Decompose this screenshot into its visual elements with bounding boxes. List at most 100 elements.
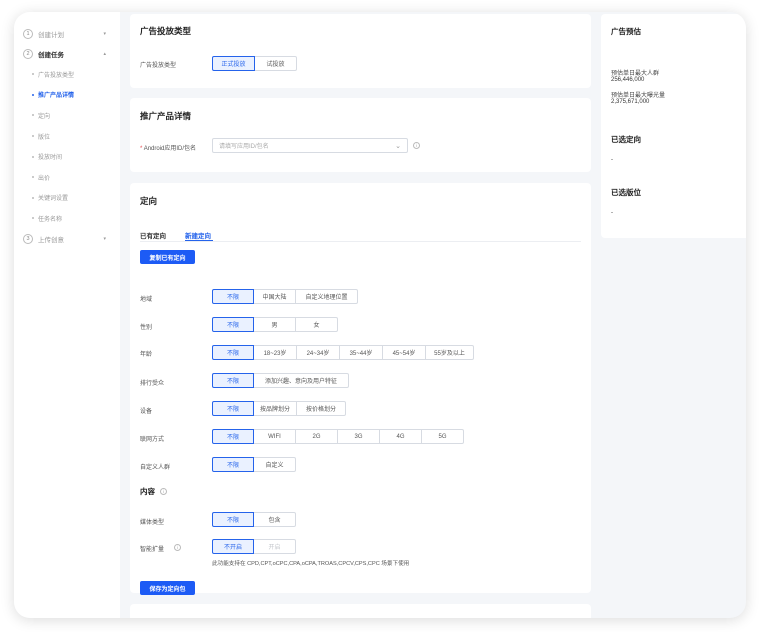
option-trial[interactable]: 试投放: [254, 56, 297, 71]
sidebar-item-task-name[interactable]: 任务名称: [14, 208, 120, 229]
option-by-brand[interactable]: 按品牌划分: [253, 401, 297, 416]
option-wifi[interactable]: WIFI: [253, 429, 296, 444]
option-custom-location[interactable]: 自定义地理位置: [295, 289, 358, 304]
app-id-label: * Android应用ID/包名: [140, 143, 196, 152]
option-2g[interactable]: 2G: [295, 429, 338, 444]
targeting-title: 定向: [140, 196, 158, 206]
chevron-down-icon: ▾: [103, 235, 106, 242]
copy-targeting-button[interactable]: 复制已有定向: [140, 250, 195, 264]
targeting-card: 定向 已有定向 新建定向 复制已有定向 地域 不限 中国大陆 自定义地理位置 性…: [130, 183, 591, 595]
option-unlimited[interactable]: 不限: [212, 289, 254, 304]
option-include[interactable]: 包含: [253, 512, 296, 527]
option-unlimited[interactable]: 不限: [212, 401, 254, 416]
step-upload-creative[interactable]: 3 上传创意 ▾: [14, 229, 120, 249]
sidebar-item-targeting[interactable]: 定向: [14, 105, 120, 126]
save-targeting-package-button[interactable]: 保存为定向包: [140, 581, 195, 595]
gender-options: 不限 男 女: [212, 317, 338, 332]
step-number: 2: [23, 49, 33, 59]
bullet-icon: [32, 176, 34, 179]
step-create-task[interactable]: 2 创建任务 ▴: [14, 44, 120, 64]
sidebar-item-label: 任务名称: [38, 216, 63, 223]
bullet-icon: [32, 135, 34, 138]
sidebar-item-keywords[interactable]: 关键词设置: [14, 188, 120, 209]
audience-options: 不限 添加兴趣、意向及用户特征: [212, 373, 349, 388]
chevron-down-icon: ▾: [103, 31, 106, 37]
sidebar-item-label: 版位: [38, 134, 51, 141]
step-create-plan[interactable]: 1 创建计划 ▾: [14, 24, 120, 44]
sidebar-item-product[interactable]: 推广产品详情: [14, 85, 120, 106]
row-label-gender: 性别: [140, 325, 153, 331]
estimate-title: 广告预估: [611, 27, 641, 36]
option-age-24-34[interactable]: 24~34岁: [296, 345, 340, 360]
option-unlimited[interactable]: 不限: [212, 345, 254, 360]
region-options: 不限 中国大陆 自定义地理位置: [212, 289, 358, 304]
row-label-custom-crowd: 自定义人群: [140, 465, 171, 471]
smart-expand-options: 不开启 开启: [212, 539, 296, 554]
row-label-media-type: 媒体类型: [140, 520, 165, 526]
chevron-down-icon: ⌄: [395, 142, 401, 150]
option-unlimited[interactable]: 不限: [212, 373, 254, 388]
option-unlimited[interactable]: 不限: [212, 429, 254, 444]
selected-position-title: 已选版位: [611, 188, 641, 197]
option-add-interest[interactable]: 添加兴趣、意向及用户特征: [253, 373, 349, 388]
sidebar-item-label: 定向: [38, 113, 51, 120]
tab-existing-targeting[interactable]: 已有定向: [140, 230, 166, 240]
option-unlimited[interactable]: 不限: [212, 512, 254, 527]
daily-impr-value: 2,375,671,000: [611, 99, 650, 105]
smart-expand-note: 此功能支持在 CPD,CPT,oCPC,CPA,oCPA,TROAS,CPCV,…: [212, 561, 410, 567]
option-age-45-54[interactable]: 45~54岁: [382, 345, 426, 360]
option-on[interactable]: 开启: [253, 539, 296, 554]
info-icon[interactable]: i: [174, 544, 181, 551]
step-number: 1: [23, 29, 33, 39]
step-number: 3: [23, 233, 33, 244]
sidebar-item-label: 广告投放类型: [38, 72, 75, 79]
sidebar-item-position[interactable]: 版位: [14, 126, 120, 147]
option-off[interactable]: 不开启: [212, 539, 254, 554]
sidebar-item-label: 推广产品详情: [38, 93, 75, 100]
estimate-card: 广告预估 预估单日最大人群 256,446,000 预估单日最大曝光量 2,37…: [601, 14, 746, 238]
row-label-device: 设备: [140, 409, 153, 415]
option-male[interactable]: 男: [253, 317, 296, 332]
option-age-55-plus[interactable]: 55岁及以上: [425, 345, 474, 360]
option-mainland[interactable]: 中国大陆: [253, 289, 296, 304]
option-female[interactable]: 女: [295, 317, 338, 332]
option-formal[interactable]: 正式投放: [212, 56, 255, 71]
step-label: 创建计划: [38, 32, 64, 39]
step-label: 上传创意: [38, 236, 64, 244]
option-age-35-44[interactable]: 35~44岁: [339, 345, 383, 360]
option-unlimited[interactable]: 不限: [212, 317, 254, 332]
option-age-18-23[interactable]: 18~23岁: [253, 345, 297, 360]
sidebar-item-ad-type[interactable]: 广告投放类型: [14, 64, 120, 85]
selected-targeting-value: -: [611, 157, 613, 163]
selected-position-value: -: [611, 210, 613, 216]
sidebar-item-schedule[interactable]: 投放时间: [14, 146, 120, 167]
info-icon[interactable]: i: [160, 488, 167, 495]
media-type-options: 不限 包含: [212, 512, 296, 527]
tab-new-targeting[interactable]: 新建定向: [185, 230, 211, 240]
bullet-icon: [32, 196, 34, 199]
content-section-title: 内容: [140, 487, 155, 496]
sidebar-item-label: 投放时间: [38, 155, 63, 162]
network-options: 不限 WIFI 2G 3G 4G 5G: [212, 429, 464, 444]
option-custom[interactable]: 自定义: [253, 457, 296, 472]
option-unlimited[interactable]: 不限: [212, 457, 254, 472]
option-3g[interactable]: 3G: [337, 429, 380, 444]
sidebar-item-bid[interactable]: 出价: [14, 167, 120, 188]
row-label-region: 地域: [140, 297, 153, 303]
ad-type-title: 广告投放类型: [140, 26, 192, 36]
app-id-select[interactable]: 请填写应用ID/包名 ⌄: [212, 138, 408, 153]
app-window: 1 创建计划 ▾ 2 创建任务 ▴ 广告投放类型 推广产品详情 定向 版位 投放…: [14, 12, 746, 618]
chevron-up-icon: ▴: [103, 51, 106, 57]
bullet-icon: [32, 114, 34, 117]
device-options: 不限 按品牌划分 按价格划分: [212, 401, 346, 416]
info-icon[interactable]: i: [413, 142, 420, 149]
daily-reach-label: 预估单日最大人群: [611, 71, 660, 77]
row-label-age: 年龄: [140, 352, 153, 358]
option-by-price[interactable]: 按价格划分: [296, 401, 346, 416]
age-options: 不限 18~23岁 24~34岁 35~44岁 45~54岁 55岁及以上: [212, 345, 474, 360]
product-title: 推广产品详情: [140, 111, 192, 121]
ad-type-options: 正式投放 试投放: [212, 56, 297, 71]
option-5g[interactable]: 5G: [421, 429, 464, 444]
option-4g[interactable]: 4G: [379, 429, 422, 444]
tab-divider: [140, 241, 581, 242]
